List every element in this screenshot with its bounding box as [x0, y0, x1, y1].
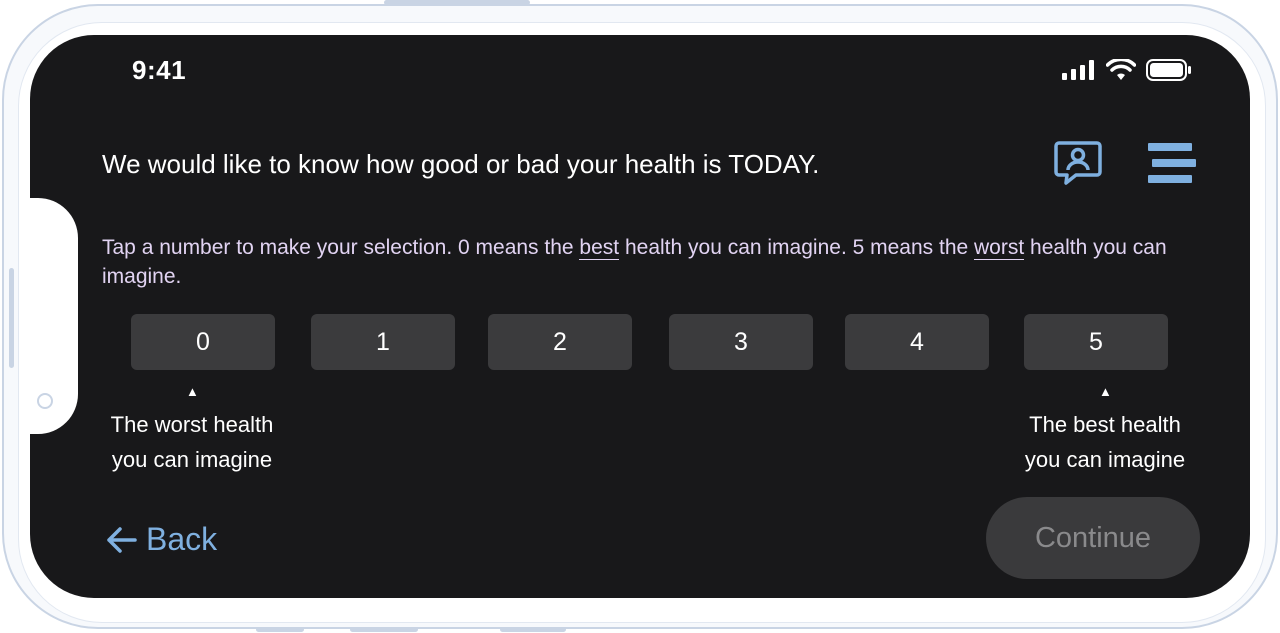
- back-label: Back: [146, 521, 218, 557]
- device-top-button: [384, 0, 530, 5]
- device-side-button: [9, 268, 14, 368]
- camera-icon: [37, 393, 53, 409]
- scale-option-5[interactable]: 5: [1024, 314, 1168, 370]
- anchor-line: The worst health: [110, 412, 274, 437]
- instructions-part: Tap a number to make your selection. 0 m…: [102, 236, 580, 259]
- status-time: 9:41: [132, 55, 187, 85]
- chat-person-icon[interactable]: [1054, 140, 1102, 186]
- caret-up-icon: ▲: [186, 384, 199, 399]
- question-text: We would like to know how good or bad yo…: [102, 149, 820, 179]
- scale-option-1[interactable]: 1: [311, 314, 455, 370]
- best-anchor-label: The best health you can imagine: [1005, 407, 1205, 477]
- worst-term: worst: [974, 236, 1025, 260]
- signal-icon: [1062, 60, 1094, 80]
- scale-option-2[interactable]: 2: [488, 314, 632, 370]
- scale-option-3[interactable]: 3: [669, 314, 813, 370]
- anchor-line: you can imagine: [1024, 447, 1186, 472]
- anchor-line: you can imagine: [111, 447, 273, 472]
- anchor-line: The best health: [1029, 412, 1181, 437]
- scale-option-0[interactable]: 0: [131, 314, 275, 370]
- back-button[interactable]: Back: [106, 521, 217, 558]
- wifi-icon: [1106, 59, 1136, 80]
- arrow-left-icon: [107, 526, 137, 553]
- continue-label: Continue: [1034, 521, 1152, 554]
- device-side-button: [256, 627, 304, 632]
- battery-icon: [1146, 59, 1191, 81]
- scale-option-4[interactable]: 4: [845, 314, 989, 370]
- best-term: best: [579, 236, 620, 260]
- status-icons: [1062, 59, 1192, 81]
- continue-button[interactable]: Continue: [986, 497, 1200, 579]
- instructions-part: health you can imagine. 5 means the: [619, 236, 975, 259]
- menu-icon[interactable]: [1148, 143, 1196, 185]
- worst-anchor-label: The worst health you can imagine: [92, 407, 292, 477]
- app-screen: 9:41 We would like to know how good or b…: [30, 35, 1250, 598]
- caret-up-icon: ▲: [1099, 384, 1112, 399]
- instructions-text: Tap a number to make your selection. 0 m…: [102, 233, 1182, 291]
- device-side-button: [500, 627, 566, 632]
- device-side-button: [350, 627, 418, 632]
